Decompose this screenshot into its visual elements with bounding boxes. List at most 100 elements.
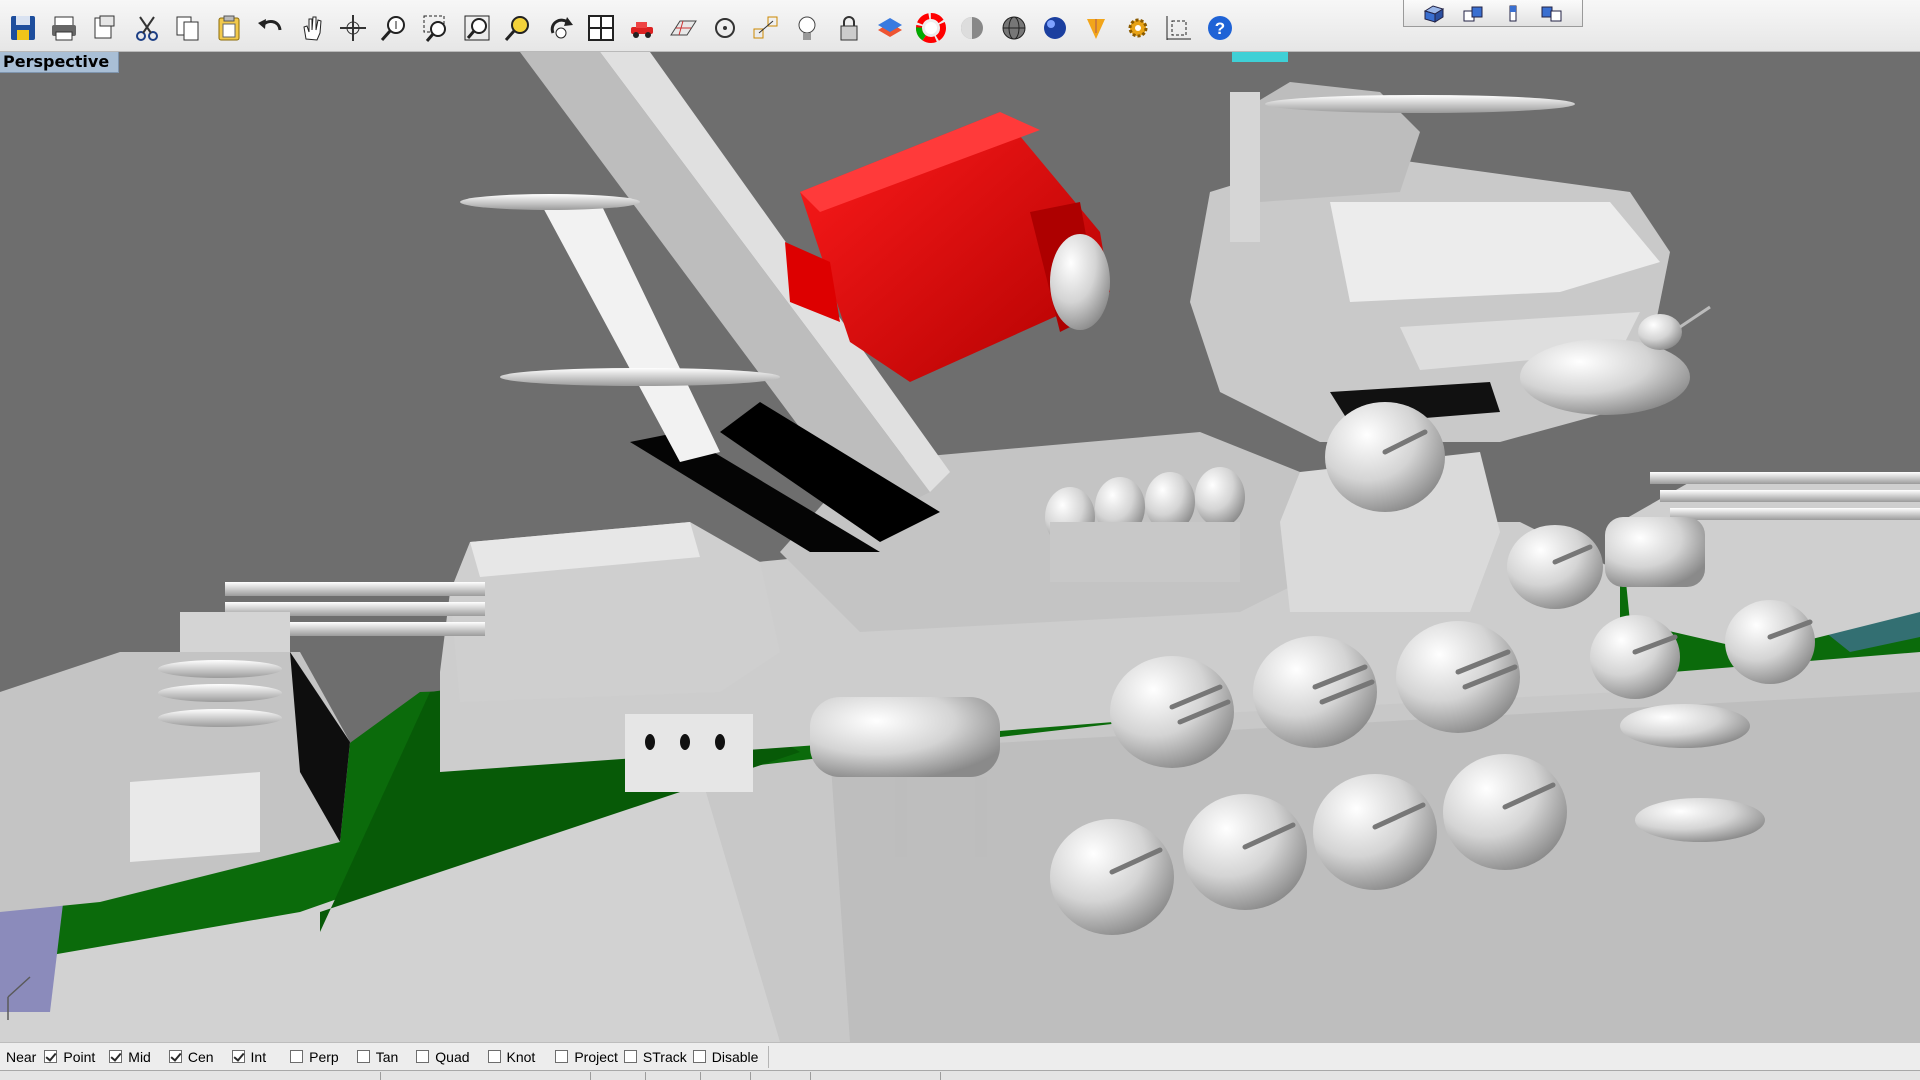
status-layer[interactable] [380,1072,591,1080]
options-gear-button[interactable] [1117,8,1158,48]
osnap-label: Cen [187,1048,214,1065]
osnap-disable[interactable]: Disable [692,1047,759,1067]
light-bulb-button[interactable] [787,8,828,48]
osnap-label: Disable [711,1048,759,1065]
lock-icon [840,16,858,41]
copy-to-layer-button[interactable] [85,8,126,48]
print-icon [51,16,76,41]
status-planar[interactable] [700,1072,751,1080]
undo-button[interactable] [250,8,291,48]
status-osnap[interactable] [750,1072,811,1080]
osnap-perp-checkbox[interactable] [290,1050,304,1063]
zoom-dynamic-button[interactable] [374,8,415,48]
rotate-view-button[interactable] [332,8,373,48]
osnap-point-checkbox[interactable] [44,1050,58,1063]
osnap-perp[interactable]: Perp [290,1047,339,1067]
zoom-selected-button[interactable] [498,8,539,48]
osnap-label: Quad [435,1048,470,1065]
spar-1 [460,194,640,210]
render-icon [1087,19,1106,39]
osnap-cen[interactable]: Cen [168,1047,214,1067]
cut-button[interactable] [126,8,167,48]
tower-spindle [1265,95,1575,113]
dimension-button[interactable] [1158,8,1199,48]
torpedo-2 [1635,798,1765,842]
osnap-disable-checkbox[interactable] [692,1050,706,1063]
status-snap[interactable] [590,1072,646,1080]
layer-icon [877,18,902,37]
wireframe-sphere-button[interactable] [993,8,1034,48]
zoom-extents-button[interactable] [456,8,497,48]
osnap-label: Perp [309,1048,339,1065]
pan-hand-button[interactable] [291,8,332,48]
help-button[interactable]: ? [1200,8,1241,48]
cplane-box-icon[interactable] [1421,3,1447,23]
car-icon [631,22,654,38]
osnap-int[interactable]: Int [231,1047,267,1067]
osnap-project-checkbox[interactable] [555,1050,569,1063]
paste-icon [218,15,240,41]
cplane-toolbar [1403,0,1583,27]
osnap-near[interactable]: Near [6,1047,36,1067]
options-gear-icon [1128,18,1148,38]
osnap-cen-checkbox[interactable] [168,1050,182,1063]
deck-tank [625,714,753,792]
osnap-project[interactable]: Project [555,1047,618,1067]
rendered-sphere-button[interactable] [1034,8,1075,48]
osnap-label: Knot [506,1048,536,1065]
cut-icon [135,16,158,41]
osnap-label: Int [250,1048,267,1065]
zoom-selected-icon [505,16,530,41]
osnap-strack-checkbox[interactable] [623,1050,637,1063]
wireframe-sphere-icon [1002,16,1026,40]
osnap-int-checkbox[interactable] [231,1050,245,1063]
osnap-mid-checkbox[interactable] [109,1050,123,1063]
zoom-window-button[interactable] [415,8,456,48]
main-toolbar: ? [0,0,1920,52]
osnap-quad-checkbox[interactable] [416,1050,430,1063]
pan-hand-icon [303,16,322,41]
cplane-right-icon[interactable] [1539,3,1565,23]
status-ortho[interactable] [645,1072,701,1080]
car-button[interactable] [621,8,662,48]
point-button[interactable] [704,8,745,48]
undo-view-button[interactable] [539,8,580,48]
paste-button[interactable] [208,8,249,48]
battleship-model[interactable] [0,52,1920,1042]
cplane-front-icon[interactable] [1500,3,1526,23]
osnap-bar: Near Point Mid Cen Int Perp Tan Quad Knot Project… [0,1042,1920,1070]
bridge-dome [1325,402,1445,512]
osnap-mid[interactable]: Mid [109,1047,151,1067]
osnap-strack[interactable]: STrack [623,1047,687,1067]
shaded-sphere-button[interactable] [952,8,993,48]
four-viewports-button[interactable] [580,8,621,48]
layer-button[interactable] [869,8,910,48]
grey-capsule [1050,234,1110,330]
mid-barrel [1520,339,1690,415]
save-button[interactable] [2,8,43,48]
viewport-title[interactable]: Perspective [0,52,120,73]
radar-dome [1638,314,1682,350]
osnap-quad[interactable]: Quad [416,1047,470,1067]
light-bulb-icon [798,16,816,40]
zoom-window-icon [423,15,446,42]
status-history[interactable] [810,1072,941,1080]
cplane-top-icon[interactable] [1460,3,1486,23]
render-button[interactable] [1076,8,1117,48]
lock-button[interactable] [828,8,869,48]
osnap-knot-checkbox[interactable] [487,1050,501,1063]
print-button[interactable] [43,8,84,48]
osnap-button[interactable] [745,8,786,48]
shaded-sphere-icon [961,17,984,39]
osnap-tan[interactable]: Tan [356,1047,398,1067]
perspective-viewport[interactable]: Perspective [0,52,1920,1042]
color-wheel-button[interactable] [911,8,952,48]
copy-button[interactable] [167,8,208,48]
grid-button[interactable] [663,8,704,48]
osnap-tan-checkbox[interactable] [356,1050,370,1063]
osnap-point[interactable]: Point [44,1047,95,1067]
save-icon [10,16,35,40]
osnap-knot[interactable]: Knot [487,1047,536,1067]
status-coords [0,1072,381,1080]
copy-to-layer-icon [94,15,115,39]
